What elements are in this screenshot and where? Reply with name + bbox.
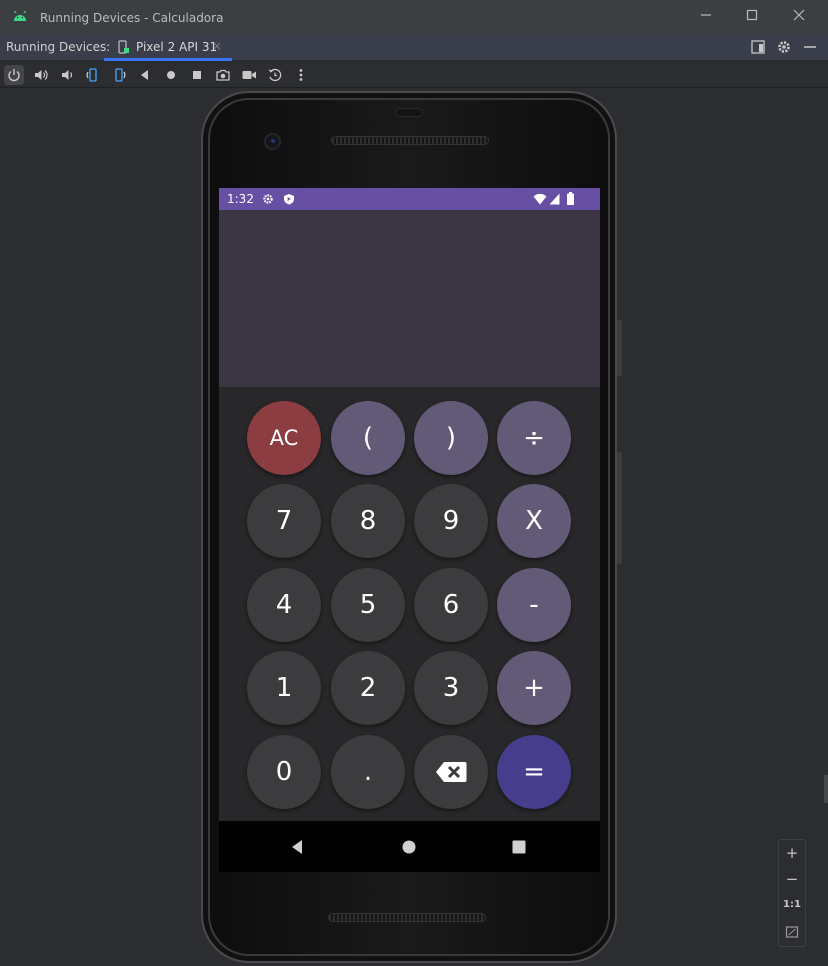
digit-7-button[interactable]: 7 [247,484,321,558]
power-icon [8,69,20,82]
more-button[interactable] [291,65,311,85]
zoom-actual-size-button[interactable]: 1:1 [779,892,805,918]
back-icon [141,70,148,80]
rotate-left-button[interactable] [83,65,103,85]
earpiece [395,108,423,117]
screen-record-button[interactable] [239,65,259,85]
device-toolbar [0,61,828,88]
device-icon [118,40,129,54]
power-side-button [617,320,622,376]
calculator-keypad: AC ( ) ÷ 7 8 9 X 4 5 6 - 1 2 3 + 0 . = [219,387,600,821]
window-title: Running Devices - Calculadora [40,11,224,25]
rotate-right-button[interactable] [109,65,129,85]
minimize-icon [701,14,711,16]
status-time: 1:32 [227,192,254,206]
decimal-button[interactable]: . [331,735,405,809]
volume-up-icon [35,70,48,80]
digit-2-button[interactable]: 2 [331,651,405,725]
tool-window-header: Running Devices: Pixel 2 API 31 × [0,34,828,61]
battery-icon [567,192,574,205]
screen-record-icon [242,71,256,79]
screenshot-button[interactable] [213,65,233,85]
add-button[interactable]: + [497,651,571,725]
screenshot-icon [216,69,230,81]
window-title-bar: Running Devices - Calculadora [0,0,828,34]
snapshot-button[interactable] [265,65,285,85]
clear-button[interactable]: AC [247,401,321,475]
digit-1-button[interactable]: 1 [247,651,321,725]
volume-side-button [617,452,622,564]
tool-window-label: Running Devices: [6,40,111,54]
backspace-button[interactable] [414,735,488,809]
close-button[interactable] [790,8,808,26]
digit-3-button[interactable]: 3 [414,651,488,725]
subtract-button[interactable]: - [497,568,571,642]
tab-pixel-2-api-31[interactable]: Pixel 2 API 31 × [104,34,232,61]
overview-button[interactable] [187,65,207,85]
close-paren-button[interactable]: ) [414,401,488,475]
minimize-button[interactable] [697,8,715,26]
status-bar: 1:32 [219,188,600,210]
volume-up-button[interactable] [31,65,51,85]
zoom-in-button[interactable]: + [779,840,805,866]
maximize-icon [746,9,758,21]
digit-4-button[interactable]: 4 [247,568,321,642]
more-icon [299,69,303,81]
digit-9-button[interactable]: 9 [414,484,488,558]
calculator-display [219,210,600,387]
navigation-bar [219,821,600,872]
zoom-controls: + − 1:1 [778,839,806,947]
maximize-button[interactable] [743,8,761,26]
rotate-right-icon [115,68,126,82]
digit-6-button[interactable]: 6 [414,568,488,642]
home-button[interactable] [161,65,181,85]
tab-close-icon[interactable]: × [212,39,222,53]
device-screen[interactable]: 1:32 AC ( ) ÷ 7 8 9 X 4 5 6 - 1 2 3 + 0 … [219,188,600,872]
divide-button[interactable]: ÷ [497,401,571,475]
zoom-out-button[interactable]: − [779,866,805,892]
nav-recents-icon[interactable] [509,837,529,857]
bottom-speaker [328,913,486,922]
equals-button[interactable]: = [497,735,571,809]
digit-5-button[interactable]: 5 [331,568,405,642]
android-icon [14,11,26,21]
close-icon [793,9,805,21]
wifi-icon [533,193,547,205]
shield-icon [284,194,294,205]
overview-icon [193,71,201,79]
snapshot-icon [268,68,282,82]
multiply-button[interactable]: X [497,484,571,558]
nav-back-icon[interactable] [288,837,308,857]
rotate-left-icon [86,68,97,82]
front-camera [264,133,281,150]
backspace-icon [436,762,467,782]
gear-icon[interactable] [776,39,792,55]
top-speaker [331,136,489,145]
window-edge-marker [824,775,828,803]
nav-home-icon[interactable] [399,837,419,857]
home-icon [167,71,175,79]
power-button[interactable] [4,65,24,85]
gear-icon [263,194,273,204]
signal-icon [549,193,560,205]
open-paren-button[interactable]: ( [331,401,405,475]
fit-screen-icon [785,926,799,938]
tab-label: Pixel 2 API 31 [136,40,218,54]
digit-0-button[interactable]: 0 [247,735,321,809]
back-button[interactable] [135,65,155,85]
digit-8-button[interactable]: 8 [331,484,405,558]
hide-icon[interactable] [802,39,818,55]
volume-down-button[interactable] [57,65,77,85]
zoom-fit-button[interactable] [779,919,805,945]
volume-down-icon [62,70,73,80]
layout-icon[interactable] [750,39,766,55]
